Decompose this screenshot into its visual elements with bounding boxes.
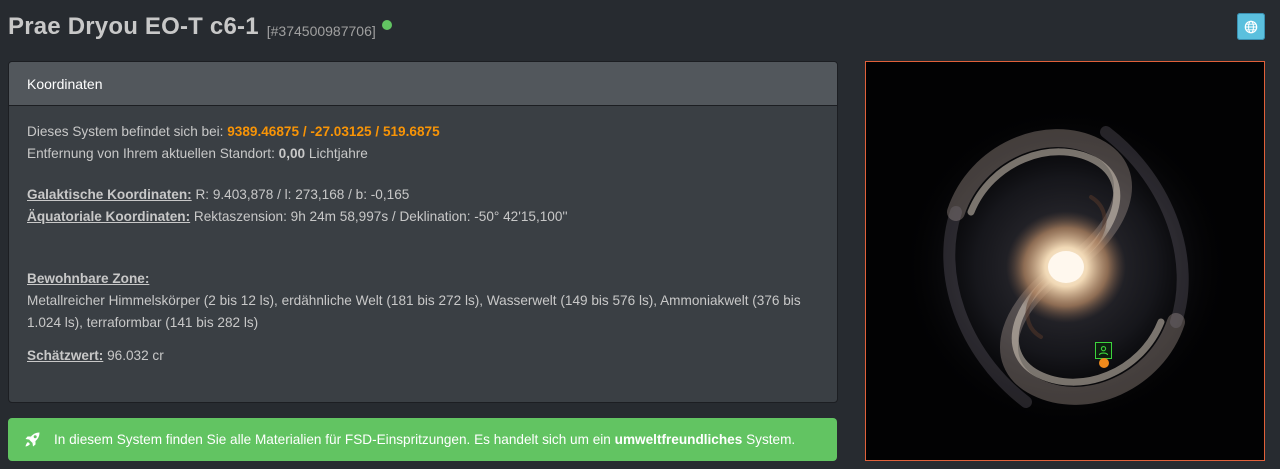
equatorial-label: Äquatoriale Koordinaten: <box>27 209 191 224</box>
system-id: [#374500987706] <box>266 23 376 39</box>
habitable-label: Bewohnbare Zone: <box>27 271 150 286</box>
distance-unit: Lichtjahre <box>308 146 368 161</box>
location-prefix: Dieses System befindet sich bei: <box>27 124 224 139</box>
coordinates-panel: Koordinaten Dieses System befindet sich … <box>8 61 838 403</box>
estimate-line: Schätzwert: 96.032 cr <box>27 345 819 367</box>
rocket-icon <box>22 430 42 450</box>
distance-value: 0,00 <box>278 146 306 161</box>
system-name: Prae Dryou EO-T c6-1 <box>8 13 259 40</box>
galaxy-map[interactable] <box>865 61 1265 461</box>
habitable-value: Metallreicher Himmelskörper (2 bis 12 ls… <box>27 293 801 330</box>
distance-prefix: Entfernung von Ihrem aktuellen Standort: <box>27 146 275 161</box>
galactic-line: Galaktische Koordinaten: R: 9.403,878 / … <box>27 184 819 206</box>
panel-body: Dieses System befindet sich bei: 9389.46… <box>9 106 837 382</box>
page-title: Prae Dryou EO-T c6-1 [#374500987706] <box>8 10 392 44</box>
current-position-dot <box>1099 358 1109 368</box>
estimate-label: Schätzwert: <box>27 348 104 363</box>
alert-text: In diesem System finden Sie alle Materia… <box>54 432 795 447</box>
fsd-materials-alert: In diesem System finden Sie alle Materia… <box>8 418 837 461</box>
status-indicator <box>381 20 392 30</box>
alert-text-after: System. <box>746 432 796 447</box>
location-coordinates: 9389.46875 / -27.03125 / 519.6875 <box>227 124 440 139</box>
globe-button[interactable] <box>1237 13 1265 40</box>
estimate-value: 96.032 cr <box>107 348 164 363</box>
galactic-value: R: 9.403,878 / l: 273,168 / b: -0,165 <box>195 187 410 202</box>
galaxy-image <box>866 62 1264 460</box>
galactic-label: Galaktische Koordinaten: <box>27 187 192 202</box>
equatorial-line: Äquatoriale Koordinaten: Rektaszension: … <box>27 206 819 228</box>
globe-icon <box>1244 20 1258 33</box>
commander-icon[interactable] <box>1095 342 1112 359</box>
distance-line: Entfernung von Ihrem aktuellen Standort:… <box>27 143 819 165</box>
habitable-label-line: Bewohnbare Zone: <box>27 268 819 290</box>
alert-text-before: In diesem System finden Sie alle Materia… <box>54 432 611 447</box>
panel-heading: Koordinaten <box>9 62 837 106</box>
equatorial-value: Rektaszension: 9h 24m 58,997s / Deklinat… <box>193 209 568 224</box>
location-line: Dieses System befindet sich bei: 9389.46… <box>27 121 819 143</box>
alert-text-bold: umweltfreundliches <box>614 432 743 447</box>
